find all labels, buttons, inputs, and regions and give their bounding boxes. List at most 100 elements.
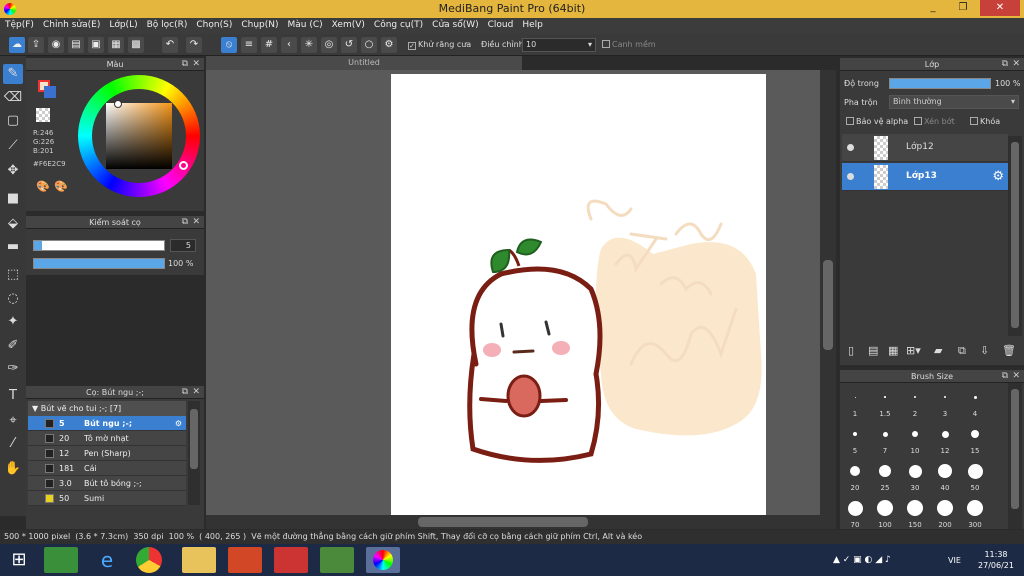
menu-item[interactable]: Chỉnh sửa(E) bbox=[38, 18, 104, 30]
medibang-taskbar-icon[interactable] bbox=[366, 547, 400, 573]
app-icon-red[interactable] bbox=[274, 547, 308, 573]
expand-icon[interactable]: ⧉ bbox=[1002, 58, 1008, 71]
menu-item[interactable]: Bộ lọc(R) bbox=[142, 18, 192, 30]
stabilizer-select[interactable]: 10 ▾ bbox=[522, 38, 596, 52]
maximize-button[interactable]: ❐ bbox=[950, 0, 976, 16]
file-explorer-icon[interactable] bbox=[182, 547, 216, 573]
brush-size-dot[interactable] bbox=[912, 431, 918, 437]
expand-icon[interactable]: ⧉ bbox=[1002, 370, 1008, 383]
cloud-brush-icon[interactable]: ☁ bbox=[9, 37, 25, 53]
brush-size-dot[interactable] bbox=[882, 431, 888, 437]
menu-item[interactable]: Xem(V) bbox=[327, 18, 369, 30]
new-8bit-layer-icon[interactable]: ▦ bbox=[888, 344, 898, 357]
export-icon[interactable]: ⇪ bbox=[28, 37, 44, 53]
expand-icon[interactable]: ⧉ bbox=[182, 386, 188, 399]
parallel-snap-icon[interactable]: ≡ bbox=[241, 37, 257, 53]
layer-row[interactable]: Lớp13 ⚙ bbox=[842, 163, 1008, 191]
redo-icon[interactable]: ↷ bbox=[186, 37, 202, 53]
rect-select-icon[interactable]: ▢ bbox=[3, 111, 23, 131]
menu-item[interactable]: Cloud bbox=[483, 18, 518, 30]
curve-snap-icon[interactable]: ↺ bbox=[341, 37, 357, 53]
clock[interactable]: 11:38 27/06/21 bbox=[978, 549, 1014, 571]
divide-icon[interactable]: ⌖ bbox=[3, 411, 23, 431]
snap-soft-checkbox[interactable]: Canh mềm bbox=[602, 40, 656, 49]
add-layer-menu-icon[interactable]: ⊞▾ bbox=[906, 344, 921, 357]
fill-rect-icon[interactable]: ■ bbox=[3, 189, 23, 209]
brush-opacity-slider[interactable] bbox=[33, 258, 165, 269]
brush-icon[interactable]: ⟋ bbox=[3, 136, 23, 156]
hue-cursor[interactable] bbox=[179, 161, 188, 170]
brush-size-dot[interactable] bbox=[850, 466, 860, 476]
close-panel-icon[interactable]: ✕ bbox=[1012, 370, 1020, 383]
folder-icon[interactable]: ▰ bbox=[934, 344, 942, 357]
chrome-icon[interactable] bbox=[136, 547, 162, 573]
delete-layer-icon[interactable]: 🗑 bbox=[1002, 344, 1016, 357]
layer-opacity-slider[interactable] bbox=[889, 78, 991, 89]
circle-snap-icon[interactable]: ◎ bbox=[321, 37, 337, 53]
expand-icon[interactable]: ⧉ bbox=[182, 58, 188, 71]
brush-size-dot[interactable] bbox=[937, 500, 953, 516]
merge-icon[interactable]: ⇩ bbox=[980, 344, 989, 357]
close-panel-icon[interactable]: ✕ bbox=[192, 58, 200, 71]
brush-list-item[interactable]: 5 Bút ngu ;-; ⚙ bbox=[28, 416, 186, 431]
magic-wand-icon[interactable]: ✦ bbox=[3, 312, 23, 332]
layer-settings-icon[interactable]: ⚙ bbox=[992, 169, 1004, 184]
brush-list-item[interactable]: 12 Pen (Sharp) bbox=[28, 446, 186, 461]
pen-tool-icon[interactable]: ✎ bbox=[3, 64, 23, 84]
menu-item[interactable]: Công cụ(T) bbox=[369, 18, 427, 30]
vanish-snap-icon[interactable]: ‹ bbox=[281, 37, 297, 53]
app-icon-green[interactable] bbox=[320, 547, 354, 573]
transparent-swatch[interactable] bbox=[36, 108, 50, 122]
hand-icon[interactable]: ✋ bbox=[3, 459, 23, 479]
brush-size-dot[interactable] bbox=[973, 395, 977, 399]
palette-icon[interactable]: 🎨 bbox=[36, 180, 50, 193]
ellipse-snap-icon[interactable]: ○ bbox=[361, 37, 377, 53]
eraser-icon[interactable]: ⌫ bbox=[3, 88, 23, 108]
internet-explorer-icon[interactable]: e bbox=[90, 547, 124, 573]
menu-item[interactable]: Chọn(S) bbox=[191, 18, 236, 30]
clipping-checkbox[interactable]: Xén bớt bbox=[914, 117, 955, 126]
brush-size-dot[interactable] bbox=[941, 430, 949, 438]
expand-icon[interactable]: ⧉ bbox=[182, 216, 188, 229]
new-layer-icon[interactable]: ▯ bbox=[848, 344, 854, 357]
settings-gear-icon[interactable]: ⚙ bbox=[381, 37, 397, 53]
snap-off-icon[interactable]: ⦸ bbox=[221, 37, 237, 53]
sv-cursor[interactable] bbox=[114, 100, 122, 108]
duplicate-icon[interactable]: ⧉ bbox=[958, 344, 966, 358]
page-icon[interactable]: ▣ bbox=[88, 37, 104, 53]
radial-snap-icon[interactable]: ✳ bbox=[301, 37, 317, 53]
select-eraser-icon[interactable]: ✑ bbox=[3, 359, 23, 379]
lasso-icon[interactable]: ◌ bbox=[3, 289, 23, 309]
brush-size-dot[interactable] bbox=[907, 500, 923, 516]
windows-start-icon[interactable]: ⊞ bbox=[4, 547, 34, 573]
selection-icon[interactable]: ⬚ bbox=[3, 265, 23, 285]
brush-list-scrollbar[interactable] bbox=[188, 401, 200, 505]
blend-select[interactable]: Bình thường ▾ bbox=[889, 95, 1019, 109]
visibility-icon[interactable] bbox=[847, 173, 854, 180]
canvas-area[interactable] bbox=[206, 70, 836, 516]
new-halftone-layer-icon[interactable]: ▤ bbox=[868, 344, 878, 357]
brush-size-dot[interactable] bbox=[967, 463, 983, 479]
close-panel-icon[interactable]: ✕ bbox=[1012, 58, 1020, 71]
bucket-icon[interactable]: ⬙ bbox=[3, 214, 23, 234]
brush-list-item[interactable]: 20 Tô mờ nhạt bbox=[28, 431, 186, 446]
move-icon[interactable]: ✥ bbox=[3, 161, 23, 181]
brush-size-dot[interactable] bbox=[971, 430, 979, 438]
secondary-color-swatch[interactable] bbox=[44, 86, 56, 98]
close-panel-icon[interactable]: ✕ bbox=[192, 386, 200, 399]
brush-size-dot[interactable] bbox=[967, 500, 983, 516]
brush-size-value[interactable]: 5 bbox=[170, 239, 196, 252]
brush-size-dot[interactable] bbox=[914, 396, 916, 398]
tone-icon[interactable]: ▦ bbox=[108, 37, 124, 53]
drawing-paper[interactable] bbox=[391, 74, 766, 516]
visibility-icon[interactable] bbox=[847, 144, 854, 151]
brush-size-slider[interactable] bbox=[33, 240, 165, 251]
brush-group[interactable]: ▼ Bút vẽ cho tui ;-; [7] bbox=[28, 401, 186, 416]
brush-size-dot[interactable] bbox=[847, 500, 863, 516]
menu-item[interactable]: Lớp(L) bbox=[104, 18, 141, 30]
menu-item[interactable]: Màu (C) bbox=[283, 18, 327, 30]
lock-checkbox[interactable]: Khóa bbox=[970, 117, 1000, 126]
grid-icon[interactable]: ▩ bbox=[128, 37, 144, 53]
brush-list-item[interactable]: 3.0 Bút tô bóng ;-; bbox=[28, 476, 186, 491]
gradient-icon[interactable]: ▬ bbox=[3, 237, 23, 257]
